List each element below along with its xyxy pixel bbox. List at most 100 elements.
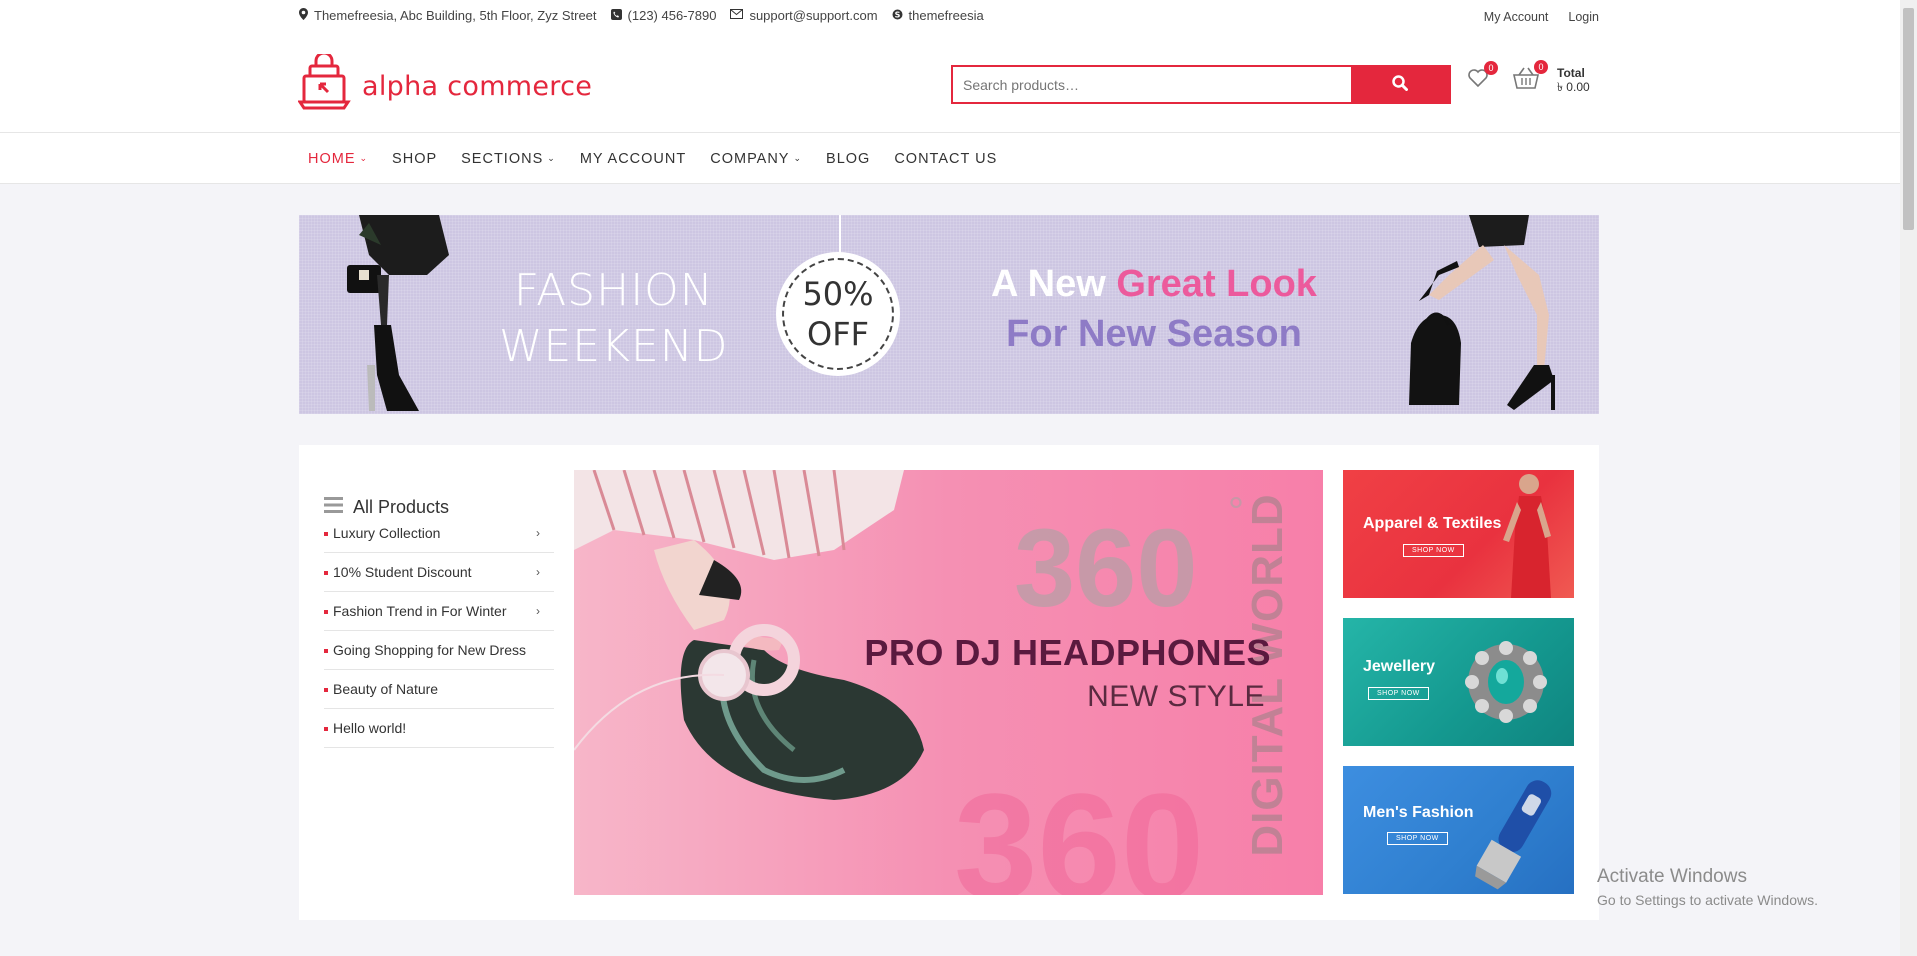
nav-item-label: COMPANY [710,150,790,167]
wishlist-count-badge: 0 [1484,61,1498,75]
category-label: 10% Student Discount [333,564,472,580]
fashion-line-1: FASHION [513,265,714,316]
category-item[interactable]: Going Shopping for New Dress [324,631,554,670]
woman-heels-image [1409,215,1555,410]
hero-slide[interactable]: 360 360 ° DIGITAL WORLD PRO DJ HEADPHONE… [574,470,1323,895]
sale-percent: 50% [802,275,874,313]
scrollbar-thumb[interactable] [1903,8,1914,230]
nav-item-label: SECTIONS [461,150,544,167]
nav-item-home[interactable]: HOME ⌄ [308,151,368,167]
chevron-right-icon: › [536,565,540,579]
skype-icon: S [892,9,903,23]
cart-total-value: ৳ 0.00 [1557,80,1590,94]
nav-item-shop[interactable]: SHOP [392,151,437,167]
tag-string [839,215,841,253]
hero-big-number: 360 [1014,507,1198,630]
contact-info: Themefreesia, Abc Building, 5th Floor, Z… [299,8,984,23]
category-item[interactable]: Beauty of Nature [324,670,554,709]
chevron-down-icon: ⌄ [547,153,556,163]
basket-icon [1512,67,1540,93]
shopping-bag-logo-icon [297,51,360,119]
map-marker-icon [299,8,308,23]
category-label: Beauty of Nature [333,681,439,697]
promo-apparel[interactable]: Apparel & Textiles SHOP NOW [1343,470,1574,598]
red-dress-model-image [1503,474,1551,598]
cart-total[interactable]: Total ৳ 0.00 [1557,66,1590,94]
category-item[interactable]: 10% Student Discount › [324,553,554,592]
banner-headline: A New Great Look For New Season [989,259,1319,359]
sale-off: OFF [807,315,869,353]
email-text[interactable]: support@support.com [749,8,877,23]
category-item[interactable]: Luxury Collection › [324,514,554,553]
girl-with-headphones-image [574,470,924,800]
nav-item-sections[interactable]: SECTIONS ⌄ [461,151,556,167]
woman-legs-image [347,215,449,411]
nav-item-my-account[interactable]: MY ACCOUNT [580,151,686,167]
chevron-down-icon: ⌄ [359,153,369,163]
watermark-title: Activate Windows [1597,866,1747,887]
search-input[interactable] [953,67,1351,102]
nav-item-label: BLOG [826,150,871,167]
category-label: Going Shopping for New Dress [333,642,526,658]
skype-text[interactable]: themefreesia [909,8,984,23]
gemstone-ring-image [1465,641,1547,723]
phone-text[interactable]: (123) 456-7890 [628,8,717,23]
fashion-line-2: WEEKEND [499,321,729,372]
nav-item-contact-us[interactable]: CONTACT US [894,151,997,167]
headline-purple: For New Season [1006,313,1302,355]
logo-text: alpha commerce [362,71,593,102]
top-bar: Themefreesia, Abc Building, 5th Floor, Z… [0,0,1917,32]
category-item[interactable]: Hello world! [324,709,554,748]
chevron-down-icon: ⌄ [793,153,803,163]
search-button[interactable] [1351,67,1449,102]
nav-item-blog[interactable]: BLOG [826,151,870,167]
cart-button[interactable]: 0 [1512,60,1548,94]
svg-text:S: S [894,10,900,19]
promo-title: Jewellery [1363,658,1436,675]
shop-now-button[interactable]: SHOP NOW [1387,832,1448,845]
sale-tag: 50% OFF [776,252,900,376]
fashion-weekend-banner[interactable]: FASHION WEEKEND 50% OFF A New Great Look… [299,215,1599,414]
chevron-right-icon: › [536,604,540,618]
nav-item-label: SHOP [392,150,438,167]
envelope-icon [730,9,744,22]
heart-icon [1467,69,1489,92]
address-text: Themefreesia, Abc Building, 5th Floor, Z… [314,8,597,23]
headline-white: A New [991,263,1117,305]
my-account-link[interactable]: My Account [1484,10,1549,24]
category-label: Hello world! [333,720,407,736]
search-icon [1392,75,1408,94]
shop-now-button[interactable]: SHOP NOW [1368,687,1429,700]
hero-title: PRO DJ HEADPHONES [864,632,1271,673]
promo-jewellery[interactable]: Jewellery SHOP NOW [1343,618,1574,746]
nav-item-company[interactable]: COMPANY ⌄ [710,151,802,167]
hero-subtitle: NEW STYLE [1087,680,1265,713]
hero-degree: ° [1228,490,1244,534]
category-list: Luxury Collection › 10% Student Discount ›… [324,514,554,748]
windows-activation-watermark: Activate Windows Go to Settings to activ… [1597,866,1818,908]
wishlist-button[interactable]: 0 [1467,61,1498,93]
search-bar [951,65,1451,104]
promo-mens-fashion[interactable]: Men's Fashion SHOP NOW [1343,766,1574,894]
site-header: alpha commerce 0 0 Total ৳ 0.00 [0,32,1917,133]
page-scrollbar[interactable] [1900,0,1917,956]
cart-total-label: Total [1557,66,1585,80]
nav-item-label: MY ACCOUNT [579,150,687,167]
category-label: Luxury Collection [333,525,441,541]
phone-icon [610,8,622,23]
headline-pink: Great Look [1116,263,1317,305]
hero-vertical-text: DIGITAL WORLD [1243,493,1292,857]
promo-title: Men's Fashion [1363,804,1474,821]
chevron-right-icon: › [536,526,540,540]
hair-clipper-image [1475,780,1552,890]
shop-now-button[interactable]: SHOP NOW [1403,544,1464,557]
nav-item-label: CONTACT US [894,150,998,167]
fashion-weekend-text: FASHION WEEKEND [499,263,729,375]
category-label: Fashion Trend in For Winter [333,603,507,619]
nav-item-label: HOME [308,150,356,167]
cart-count-badge: 0 [1534,60,1548,74]
promo-title: Apparel & Textiles [1363,515,1502,532]
login-link[interactable]: Login [1568,10,1599,24]
category-item[interactable]: Fashion Trend in For Winter › [324,592,554,631]
site-logo[interactable]: alpha commerce [297,51,593,119]
